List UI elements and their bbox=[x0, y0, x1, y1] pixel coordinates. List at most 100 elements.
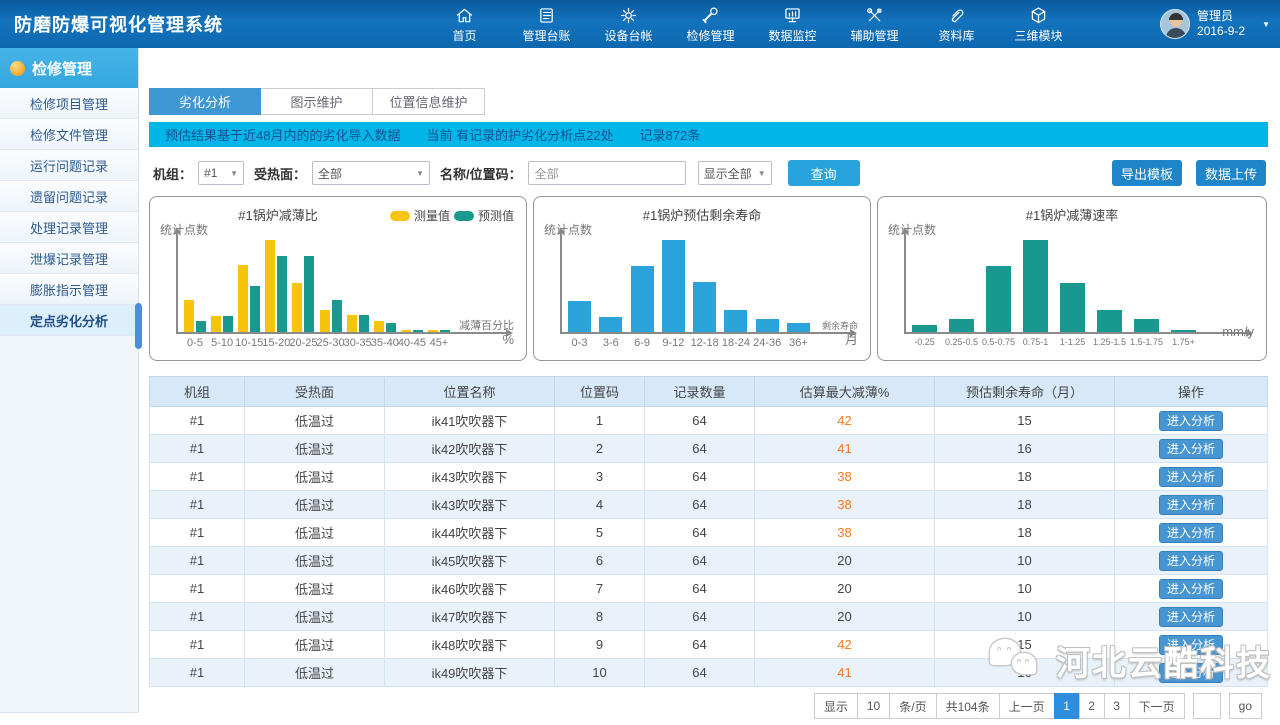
tab-位置信息维护[interactable]: 位置信息维护 bbox=[373, 88, 485, 115]
tab-图示维护[interactable]: 图示维护 bbox=[261, 88, 373, 115]
cell-name: ik42吹吹器下 bbox=[385, 435, 555, 463]
goto-page-input[interactable] bbox=[1193, 693, 1221, 719]
chart-bar-row bbox=[724, 310, 747, 332]
cell-code: 7 bbox=[555, 575, 645, 603]
chart-bar-group: 20-25 bbox=[292, 256, 314, 332]
user-box[interactable]: 管理员 2016-9-2 ▼ bbox=[1160, 9, 1270, 39]
enter-analysis-button[interactable]: 进入分析 bbox=[1159, 467, 1223, 487]
enter-analysis-button[interactable]: 进入分析 bbox=[1159, 663, 1223, 683]
nav-item-资料库[interactable]: 资料库 bbox=[929, 5, 985, 44]
column-header-受热面: 受热面 bbox=[245, 377, 385, 407]
notice-part2: 当前 有记录的护劣化分析点22处 bbox=[426, 125, 613, 144]
column-header-机组: 机组 bbox=[150, 377, 245, 407]
chart-bar-group: 0.5-0.75 bbox=[986, 266, 1011, 332]
enter-analysis-button[interactable]: 进入分析 bbox=[1159, 607, 1223, 627]
chart-bar bbox=[599, 317, 622, 332]
sidebar-item-检修项目管理[interactable]: 检修项目管理 bbox=[0, 88, 138, 119]
x-tick-label: -0.25 bbox=[914, 337, 935, 347]
cell-code: 5 bbox=[555, 519, 645, 547]
nav-item-数据监控[interactable]: 数据监控 bbox=[765, 5, 821, 44]
tab-劣化分析[interactable]: 劣化分析 bbox=[149, 88, 261, 115]
cell-life: 10 bbox=[935, 547, 1115, 575]
sidebar-item-泄爆记录管理[interactable]: 泄爆记录管理 bbox=[0, 243, 138, 274]
legend-swatch bbox=[390, 211, 410, 221]
nav-item-管理台账[interactable]: 管理台账 bbox=[519, 5, 575, 44]
chart-bar-group: 18-24 bbox=[724, 310, 747, 332]
chart-bar-group: 45+ bbox=[428, 330, 450, 332]
cell-action: 进入分析 bbox=[1115, 463, 1268, 491]
sidebar-item-遗留问题记录[interactable]: 遗留问题记录 bbox=[0, 181, 138, 212]
next-page-button[interactable]: 下一页 bbox=[1129, 693, 1185, 719]
export-template-button[interactable]: 导出模板 bbox=[1112, 160, 1182, 186]
cell-surface: 低温过 bbox=[245, 631, 385, 659]
column-header-位置码: 位置码 bbox=[555, 377, 645, 407]
cell-action: 进入分析 bbox=[1115, 631, 1268, 659]
column-header-位置名称: 位置名称 bbox=[385, 377, 555, 407]
sidebar-item-检修文件管理[interactable]: 检修文件管理 bbox=[0, 119, 138, 150]
table-row: #1低温过ik47吹吹器下8642010进入分析 bbox=[150, 603, 1268, 631]
page-show-label: 显示 bbox=[814, 693, 858, 719]
nav-item-辅助管理[interactable]: 辅助管理 bbox=[847, 5, 903, 44]
x-tick-label: 3-6 bbox=[603, 337, 619, 349]
surface-select[interactable]: 全部▼ bbox=[312, 161, 430, 185]
chart-bar-row bbox=[986, 266, 1011, 332]
prev-page-button[interactable]: 上一页 bbox=[999, 693, 1055, 719]
chart-bar-row bbox=[1060, 283, 1085, 332]
pagination: 显示 10 条/页 共104条 上一页 123 下一页 go bbox=[149, 693, 1268, 719]
chart-bar-group: 0.25-0.5 bbox=[949, 319, 974, 332]
chart-bar bbox=[1171, 330, 1196, 332]
page-number-1[interactable]: 1 bbox=[1054, 693, 1080, 719]
data-upload-button[interactable]: 数据上传 bbox=[1196, 160, 1266, 186]
avatar[interactable] bbox=[1160, 9, 1190, 39]
enter-analysis-button[interactable]: 进入分析 bbox=[1159, 551, 1223, 571]
cell-max-thin: 42 bbox=[755, 631, 935, 659]
nav-item-首页[interactable]: 首页 bbox=[437, 5, 493, 44]
enter-analysis-button[interactable]: 进入分析 bbox=[1159, 523, 1223, 543]
analysis-table: 机组受热面位置名称位置码记录数量估算最大减薄%预估剩余寿命（月）操作 #1低温过… bbox=[149, 376, 1268, 687]
chart-bar-row bbox=[1023, 240, 1048, 332]
nav-item-检修管理[interactable]: 检修管理 bbox=[683, 5, 739, 44]
chevron-down-icon[interactable]: ▼ bbox=[1262, 20, 1270, 29]
sidebar-item-处理记录管理[interactable]: 处理记录管理 bbox=[0, 212, 138, 243]
nav-item-三维模块[interactable]: 三维模块 bbox=[1011, 5, 1067, 44]
chart-bar-row bbox=[211, 316, 233, 332]
chart-bar-row bbox=[320, 300, 342, 332]
page-number-3[interactable]: 3 bbox=[1104, 693, 1130, 719]
x-tick-label: 0-5 bbox=[187, 337, 203, 349]
go-button[interactable]: go bbox=[1229, 693, 1262, 719]
surface-label: 受热面： bbox=[254, 164, 306, 183]
chart-card-3: #1锅炉减薄速率统计点数-0.250.25-0.50.5-0.750.75-11… bbox=[877, 196, 1267, 361]
sidebar-item-定点劣化分析[interactable]: 定点劣化分析 bbox=[0, 305, 138, 336]
unit-select[interactable]: #1▼ bbox=[198, 161, 244, 185]
nav-item-设备台帐[interactable]: 设备台帐 bbox=[601, 5, 657, 44]
cell-name: ik47吹吹器下 bbox=[385, 603, 555, 631]
x-axis-end-label: 剩余寿命月 bbox=[822, 320, 858, 346]
enter-analysis-button[interactable]: 进入分析 bbox=[1159, 439, 1223, 459]
sidebar-item-膨胀指示管理[interactable]: 膨胀指示管理 bbox=[0, 274, 138, 305]
name-code-input[interactable] bbox=[528, 161, 686, 185]
cell-code: 9 bbox=[555, 631, 645, 659]
gear-icon bbox=[618, 5, 639, 26]
page-size-box[interactable]: 10 bbox=[857, 693, 890, 719]
x-axis-end-line: 月 bbox=[822, 333, 858, 346]
enter-analysis-button[interactable]: 进入分析 bbox=[1159, 579, 1223, 599]
chart-bar-group: 30-35 bbox=[347, 315, 369, 332]
chart-bar bbox=[986, 266, 1011, 332]
cell-life: 16 bbox=[935, 435, 1115, 463]
table-row: #1低温过ik45吹吹器下6642010进入分析 bbox=[150, 547, 1268, 575]
query-button[interactable]: 查询 bbox=[788, 160, 860, 186]
enter-analysis-button[interactable]: 进入分析 bbox=[1159, 411, 1223, 431]
show-all-select[interactable]: 显示全部▼ bbox=[698, 161, 772, 185]
enter-analysis-button[interactable]: 进入分析 bbox=[1159, 635, 1223, 655]
x-tick-label: 9-12 bbox=[662, 337, 684, 349]
page-number-2[interactable]: 2 bbox=[1079, 693, 1105, 719]
sidebar-item-运行问题记录[interactable]: 运行问题记录 bbox=[0, 150, 138, 181]
cell-life: 18 bbox=[935, 491, 1115, 519]
chart-bar-group: 1-1.25 bbox=[1060, 283, 1085, 332]
user-meta: 管理员 2016-9-2 bbox=[1197, 9, 1245, 39]
enter-analysis-button[interactable]: 进入分析 bbox=[1159, 495, 1223, 515]
chart-bar bbox=[374, 321, 384, 332]
cell-action: 进入分析 bbox=[1115, 407, 1268, 435]
chart-bar-row bbox=[184, 300, 206, 332]
cell-life: 10 bbox=[935, 575, 1115, 603]
